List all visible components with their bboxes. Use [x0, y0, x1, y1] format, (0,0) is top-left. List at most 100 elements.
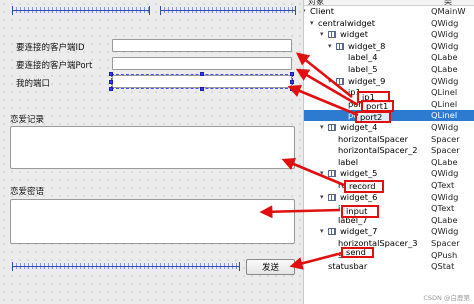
- tree-row-label_7[interactable]: label_7 QLabe: [304, 215, 474, 226]
- tree-row-widget[interactable]: ▾ widget QWidg: [304, 29, 474, 40]
- tree-row-class: QLinel: [431, 110, 458, 121]
- layout-icon: [328, 193, 336, 201]
- highlight-box-send: send: [341, 247, 374, 258]
- expand-arrow-icon[interactable]: ▾: [320, 29, 324, 40]
- tree-row-input[interactable]: input QText: [304, 203, 474, 214]
- highlight-label: input: [346, 206, 368, 216]
- tree-row-statusbar[interactable]: statusbar QStat: [304, 261, 474, 272]
- object-inspector: 对象 类 ▾ClientQMainW▾centralwidgetQWidg▾wi…: [303, 0, 474, 304]
- tree-row-horizontalspacer[interactable]: horizontalSpacer Spacer: [304, 134, 474, 145]
- tree-row-name: horizontalSpacer_2: [338, 145, 418, 156]
- resize-handle[interactable]: [200, 87, 204, 91]
- resize-handle[interactable]: [109, 72, 113, 76]
- tree-row-class: QStat: [431, 261, 455, 272]
- tree-row-class: QWidg: [431, 40, 459, 51]
- expand-arrow-icon[interactable]: ▾: [328, 41, 332, 52]
- top-spacer-left: [12, 6, 150, 20]
- tree-row-name: widget_4: [340, 122, 378, 132]
- highlight-label: port2: [360, 112, 383, 122]
- send-button[interactable]: 发送: [246, 259, 295, 275]
- resize-handle[interactable]: [200, 72, 204, 76]
- tree-row-class: QLabe: [431, 52, 458, 63]
- layout-icon: [328, 170, 336, 178]
- tree-row-class: QWidg: [431, 168, 459, 179]
- tree-row-name: label_4: [348, 52, 378, 63]
- tree-row-name: widget: [340, 29, 368, 40]
- tree-row-record[interactable]: record QText: [304, 180, 474, 191]
- expand-arrow-icon[interactable]: ▾: [328, 76, 332, 87]
- tree-row-class: QLabe: [431, 214, 458, 225]
- layout-icon: [328, 124, 336, 131]
- highlight-label: record: [349, 181, 376, 191]
- client-id-input[interactable]: [112, 39, 292, 52]
- highlight-box-port2: port2: [355, 111, 391, 123]
- tree-row-name: label: [338, 156, 359, 167]
- tree-row-class: QPush: [431, 249, 458, 260]
- tree-row-send[interactable]: send QPush: [304, 250, 474, 261]
- tree-row-name: statusbar: [328, 261, 368, 272]
- tree-row-name: horizontalSpacer: [338, 133, 409, 144]
- input-text-edit[interactable]: [10, 199, 295, 244]
- layout-icon: [328, 31, 336, 39]
- input-label: 恋爱密语: [10, 187, 45, 197]
- tree-row-centralwidget[interactable]: ▾ centralwidget QWidg: [304, 18, 474, 29]
- client-id-label: 要连接的客户端ID: [16, 43, 85, 53]
- tree-row-class: QWidg: [431, 226, 459, 237]
- tree-row-class: QWidg: [431, 191, 459, 202]
- expand-arrow-icon[interactable]: ▾: [320, 122, 324, 133]
- tree-row-name: widget_8: [348, 40, 386, 51]
- tree-row-class: QWidg: [431, 122, 459, 132]
- tree-row-class: QMainW: [431, 6, 466, 16]
- tree-row-class: QText: [431, 180, 455, 190]
- tree-row-widget_4[interactable]: ▾ widget_4 QWidg: [304, 122, 474, 133]
- tree-row-horizontalspacer_2[interactable]: horizontalSpacer_2 Spacer: [304, 145, 474, 156]
- tree-row-widget_8[interactable]: ▾ widget_8 QWidg: [304, 41, 474, 52]
- client-port-input[interactable]: [112, 57, 292, 70]
- resize-handle[interactable]: [290, 72, 294, 76]
- tree-row-class: QText: [431, 203, 455, 214]
- tree-row-name: widget_6: [340, 191, 378, 202]
- tree-row-widget_9[interactable]: ▾ widget_9 QWidg: [304, 76, 474, 87]
- tree-row-class: Spacer: [431, 238, 460, 248]
- client-port-label: 要连接的客户端Port: [16, 61, 93, 71]
- resize-handle[interactable]: [290, 80, 294, 84]
- expand-arrow-icon[interactable]: ▾: [320, 192, 324, 203]
- watermark: CSDN @白鹿第: [423, 294, 470, 302]
- tree-row-label_4[interactable]: label_4 QLabe: [304, 52, 474, 63]
- tree-row-class: QWidg: [431, 29, 459, 40]
- tree-row-class: QWidg: [431, 17, 459, 28]
- resize-handle[interactable]: [109, 80, 113, 84]
- top-spacer-right: [160, 6, 296, 20]
- tree-row-widget_7[interactable]: ▾ widget_7 QWidg: [304, 226, 474, 237]
- tree-row-name: widget_7: [340, 226, 378, 237]
- expand-arrow-icon[interactable]: ▾: [320, 168, 324, 179]
- tree-row-name: widget_9: [348, 75, 386, 86]
- tree-row-label_5[interactable]: label_5 QLabe: [304, 64, 474, 75]
- tree-row-class: QLinel: [431, 87, 458, 98]
- tree-row-name: Client: [310, 6, 335, 16]
- tree-row-label[interactable]: label QLabe: [304, 157, 474, 168]
- expand-arrow-icon[interactable]: ▾: [320, 226, 324, 237]
- my-port-label: 我的端口: [16, 79, 51, 89]
- highlight-label: port1: [366, 101, 389, 111]
- tree-row-horizontalspacer_3[interactable]: horizontalSpacer_3 Spacer: [304, 238, 474, 249]
- resize-handle[interactable]: [290, 87, 294, 91]
- resize-handle[interactable]: [109, 87, 113, 91]
- tree-row-class: Spacer: [431, 133, 460, 144]
- layout-icon: [336, 42, 344, 50]
- record-text-edit[interactable]: [10, 126, 295, 169]
- record-label: 恋爱记录: [10, 115, 45, 125]
- tree-row-name: widget_5: [340, 168, 378, 179]
- highlight-label: send: [346, 247, 366, 257]
- tree-row-class: QWidg: [431, 75, 459, 86]
- tree-row-widget_5[interactable]: ▾ widget_5 QWidg: [304, 168, 474, 179]
- tree-row-name: centralwidget: [318, 17, 375, 28]
- tree-row-name: label_5: [348, 64, 378, 74]
- tree-row-class: QLabe: [431, 64, 458, 74]
- expand-arrow-icon[interactable]: ▾: [310, 18, 314, 29]
- expand-arrow-icon[interactable]: ▾: [304, 6, 306, 17]
- highlight-box-input: input: [341, 205, 379, 218]
- tree-row-widget_6[interactable]: ▾ widget_6 QWidg: [304, 192, 474, 203]
- tree-row-client[interactable]: ▾ Client QMainW: [304, 6, 474, 17]
- highlight-box-record: record: [344, 180, 384, 193]
